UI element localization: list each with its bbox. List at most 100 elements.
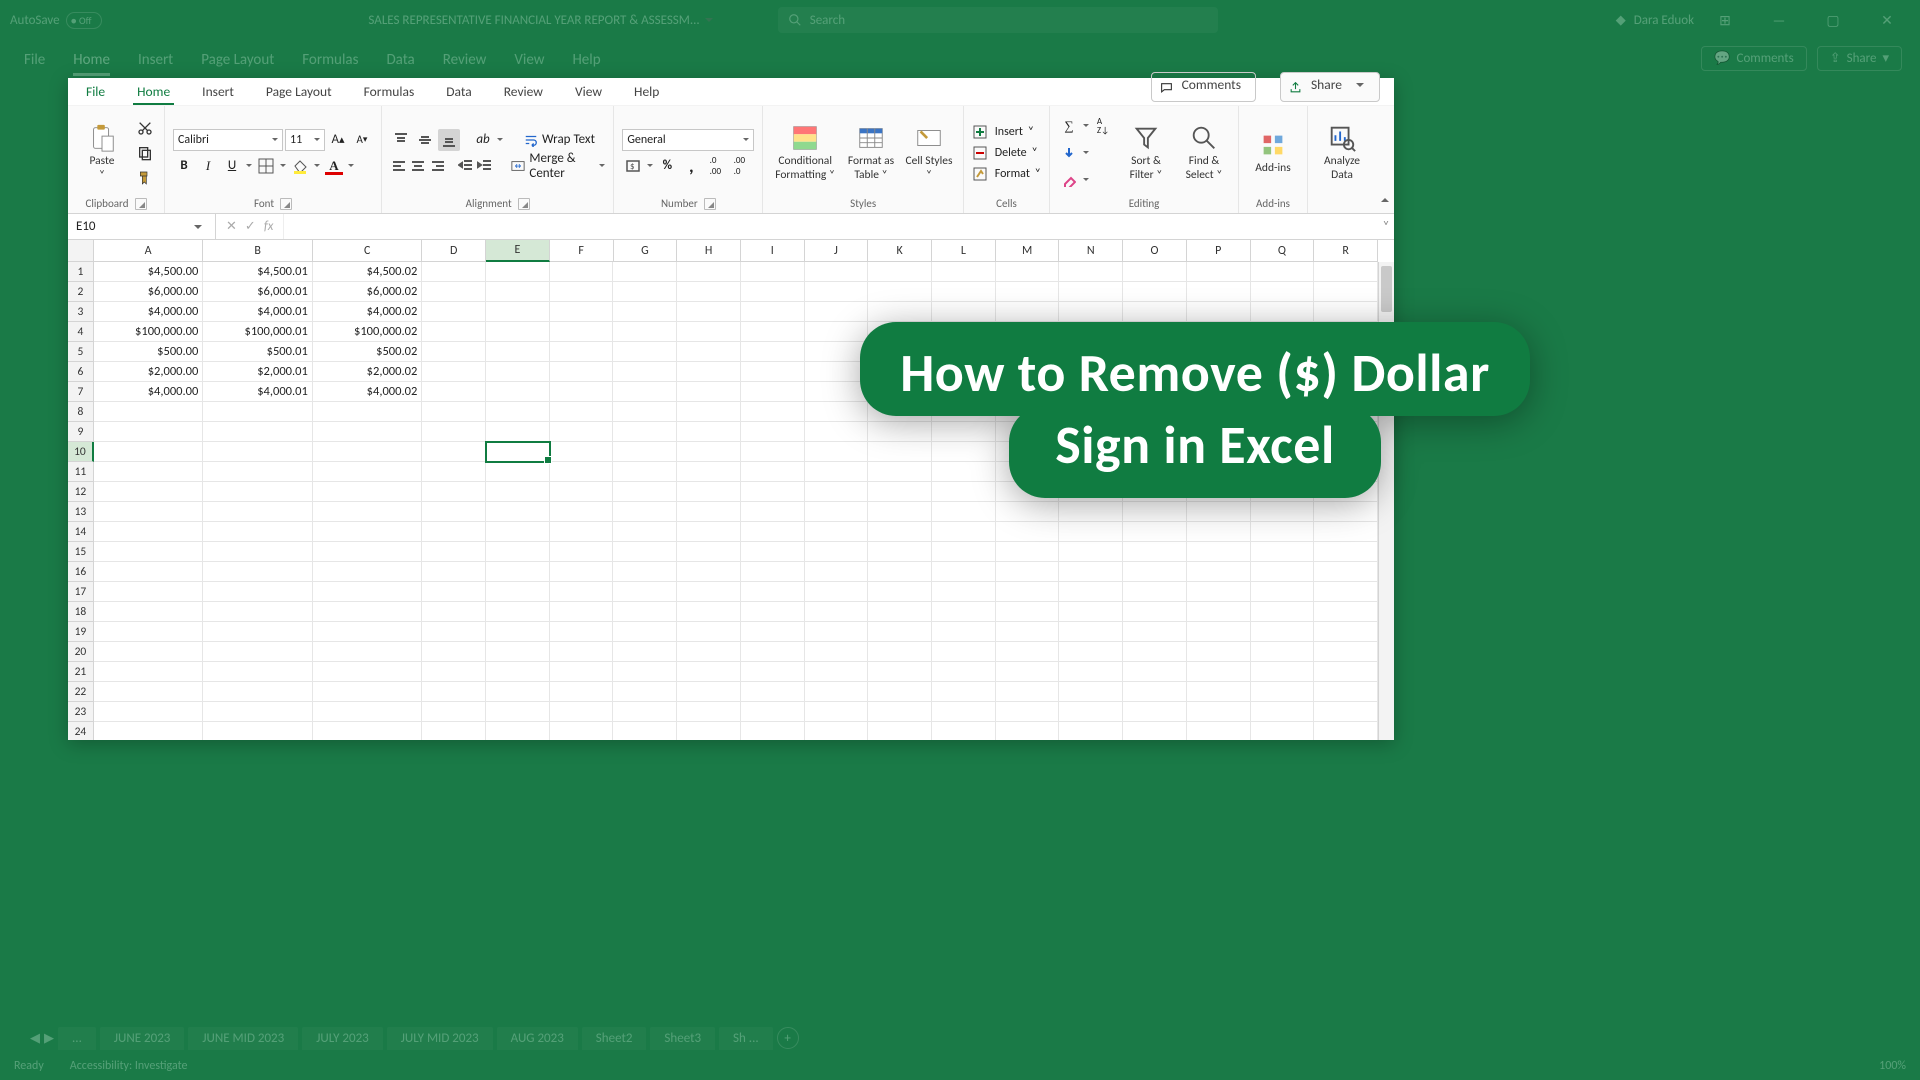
cell[interactable] [486, 662, 550, 682]
cell[interactable] [422, 582, 486, 602]
font-size-select[interactable]: 11 [285, 129, 325, 151]
cell[interactable] [1314, 622, 1378, 642]
cell[interactable] [805, 302, 869, 322]
cell[interactable] [1314, 462, 1378, 482]
align-right-button[interactable] [429, 155, 447, 177]
orientation-dropdown[interactable] [496, 129, 504, 151]
cell[interactable] [550, 682, 614, 702]
merge-dropdown[interactable] [599, 155, 605, 177]
row-header[interactable]: 17 [68, 582, 94, 602]
cell[interactable] [422, 642, 486, 662]
fill-button[interactable] [1058, 142, 1080, 164]
cell[interactable] [313, 602, 422, 622]
cell[interactable] [1314, 602, 1378, 622]
cell[interactable] [677, 502, 741, 522]
column-header[interactable]: K [868, 240, 932, 262]
cell[interactable] [422, 382, 486, 402]
cell[interactable] [422, 702, 486, 722]
cell[interactable] [1059, 402, 1123, 422]
cell[interactable] [1123, 722, 1187, 740]
cell[interactable] [741, 682, 805, 702]
cell[interactable] [1059, 722, 1123, 740]
cell[interactable] [550, 382, 614, 402]
font-color-dropdown[interactable] [347, 155, 355, 177]
copy-button[interactable] [134, 142, 156, 164]
cell[interactable] [1059, 602, 1123, 622]
cell[interactable] [550, 342, 614, 362]
cell[interactable]: $500.00 [94, 342, 203, 362]
cell[interactable] [868, 622, 932, 642]
cell[interactable] [94, 702, 203, 722]
cell[interactable] [805, 442, 869, 462]
orientation-button[interactable]: ab [472, 129, 494, 151]
cell[interactable] [741, 282, 805, 302]
cell[interactable] [677, 342, 741, 362]
cell[interactable] [486, 262, 550, 282]
cell[interactable] [996, 502, 1060, 522]
cell[interactable] [550, 362, 614, 382]
column-header[interactable]: G [614, 240, 678, 262]
cell[interactable] [422, 442, 486, 462]
tab-file[interactable]: File [82, 83, 109, 105]
cell[interactable] [1251, 722, 1315, 740]
cell[interactable] [613, 662, 677, 682]
cell[interactable] [486, 302, 550, 322]
cell[interactable] [1123, 382, 1187, 402]
cell[interactable] [203, 402, 312, 422]
cell[interactable] [741, 642, 805, 662]
align-center-button[interactable] [410, 155, 428, 177]
cell[interactable] [805, 562, 869, 582]
select-all-corner[interactable] [68, 240, 94, 262]
cell[interactable]: $4,000.00 [94, 382, 203, 402]
alignment-dialog-launcher-icon[interactable] [518, 198, 530, 210]
cell[interactable] [613, 482, 677, 502]
bg-sheet-tab[interactable]: JUNE 2023 [100, 1027, 185, 1050]
cell[interactable] [1251, 442, 1315, 462]
cell[interactable]: $4,500.02 [313, 262, 422, 282]
cell[interactable] [741, 542, 805, 562]
cell[interactable] [1314, 482, 1378, 502]
cell[interactable] [805, 342, 869, 362]
tab-home[interactable]: Home [133, 83, 174, 105]
cell[interactable] [932, 582, 996, 602]
cell[interactable] [422, 262, 486, 282]
cell[interactable] [805, 402, 869, 422]
cell[interactable] [868, 262, 932, 282]
cell[interactable] [1314, 642, 1378, 662]
cell[interactable] [422, 722, 486, 740]
cell[interactable] [677, 402, 741, 422]
cell[interactable] [1251, 502, 1315, 522]
cell[interactable] [932, 322, 996, 342]
cell[interactable] [613, 542, 677, 562]
cell[interactable] [677, 422, 741, 442]
cell[interactable] [94, 442, 203, 462]
cell[interactable] [1187, 462, 1251, 482]
row-header[interactable]: 11 [68, 462, 94, 482]
cell[interactable] [422, 422, 486, 442]
cell[interactable] [677, 702, 741, 722]
cell[interactable] [741, 322, 805, 342]
cell[interactable] [1251, 542, 1315, 562]
cell[interactable] [996, 422, 1060, 442]
cell[interactable] [613, 442, 677, 462]
format-as-table-button[interactable]: Format as Table ˅ [845, 123, 897, 181]
tab-page-layout[interactable]: Page Layout [262, 83, 336, 105]
cell[interactable]: $4,000.01 [203, 382, 312, 402]
cell[interactable] [486, 422, 550, 442]
clipboard-dialog-launcher-icon[interactable] [135, 198, 147, 210]
cell[interactable] [613, 362, 677, 382]
cell[interactable] [550, 562, 614, 582]
cell[interactable] [868, 722, 932, 740]
cell[interactable]: $4,000.00 [94, 302, 203, 322]
cell[interactable] [1251, 682, 1315, 702]
cell[interactable] [486, 382, 550, 402]
bg-tab-home[interactable]: Home [73, 51, 110, 76]
font-name-select[interactable]: Calibri [173, 129, 283, 151]
cell[interactable] [613, 302, 677, 322]
cell[interactable] [1123, 342, 1187, 362]
column-header[interactable]: F [550, 240, 614, 262]
cell[interactable] [486, 282, 550, 302]
column-header[interactable]: R [1314, 240, 1378, 262]
cell[interactable] [677, 642, 741, 662]
tab-view[interactable]: View [571, 83, 606, 105]
